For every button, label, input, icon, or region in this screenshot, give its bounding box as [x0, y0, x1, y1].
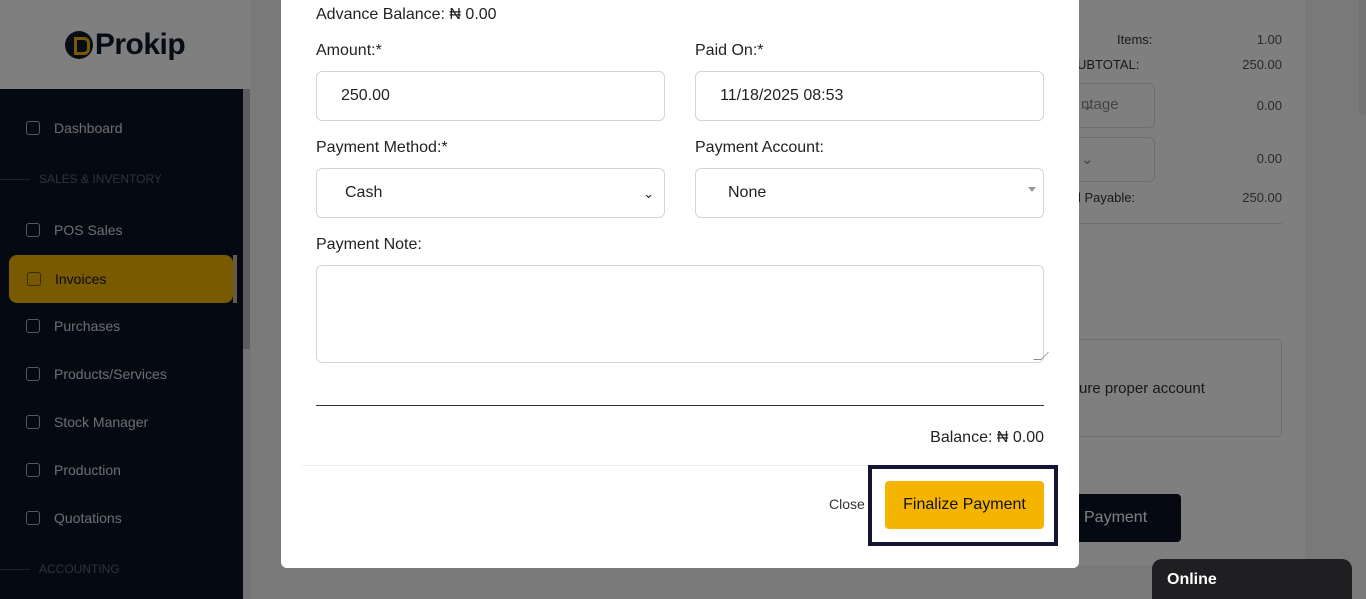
- online-chat-widget[interactable]: Online: [1152, 559, 1352, 599]
- payment-account-label: Payment Account:: [695, 139, 824, 156]
- payment-account-value: None: [728, 184, 767, 201]
- balance-text: Balance: ₦ 0.00: [930, 429, 1044, 446]
- advance-balance: Advance Balance: ₦ 0.00: [316, 6, 497, 23]
- payment-note-textarea[interactable]: [316, 265, 1049, 363]
- chat-status: Online: [1167, 571, 1217, 588]
- payment-note-label: Payment Note:: [316, 236, 422, 253]
- payment-method-value: Cash: [345, 184, 383, 201]
- payment-account-select[interactable]: None: [695, 168, 1044, 218]
- amount-value: 250.00: [341, 87, 390, 104]
- paid-on-value: 11/18/2025 08:53: [720, 87, 844, 104]
- amount-label: Amount:*: [316, 42, 382, 59]
- paid-on-label: Paid On:*: [695, 42, 764, 59]
- caret-down-icon: [1028, 187, 1036, 192]
- finalize-payment-button[interactable]: Finalize Payment: [885, 481, 1044, 529]
- resize-handle-icon[interactable]: [1033, 352, 1049, 360]
- amount-input[interactable]: 250.00: [316, 71, 665, 121]
- chevron-down-icon: ⌄: [643, 186, 654, 201]
- payment-method-label: Payment Method:*: [316, 139, 448, 156]
- paid-on-input[interactable]: 11/18/2025 08:53: [695, 71, 1044, 121]
- close-button[interactable]: Close: [829, 496, 865, 512]
- payment-method-select[interactable]: Cash ⌄: [316, 168, 665, 218]
- modal-divider: [316, 405, 1044, 406]
